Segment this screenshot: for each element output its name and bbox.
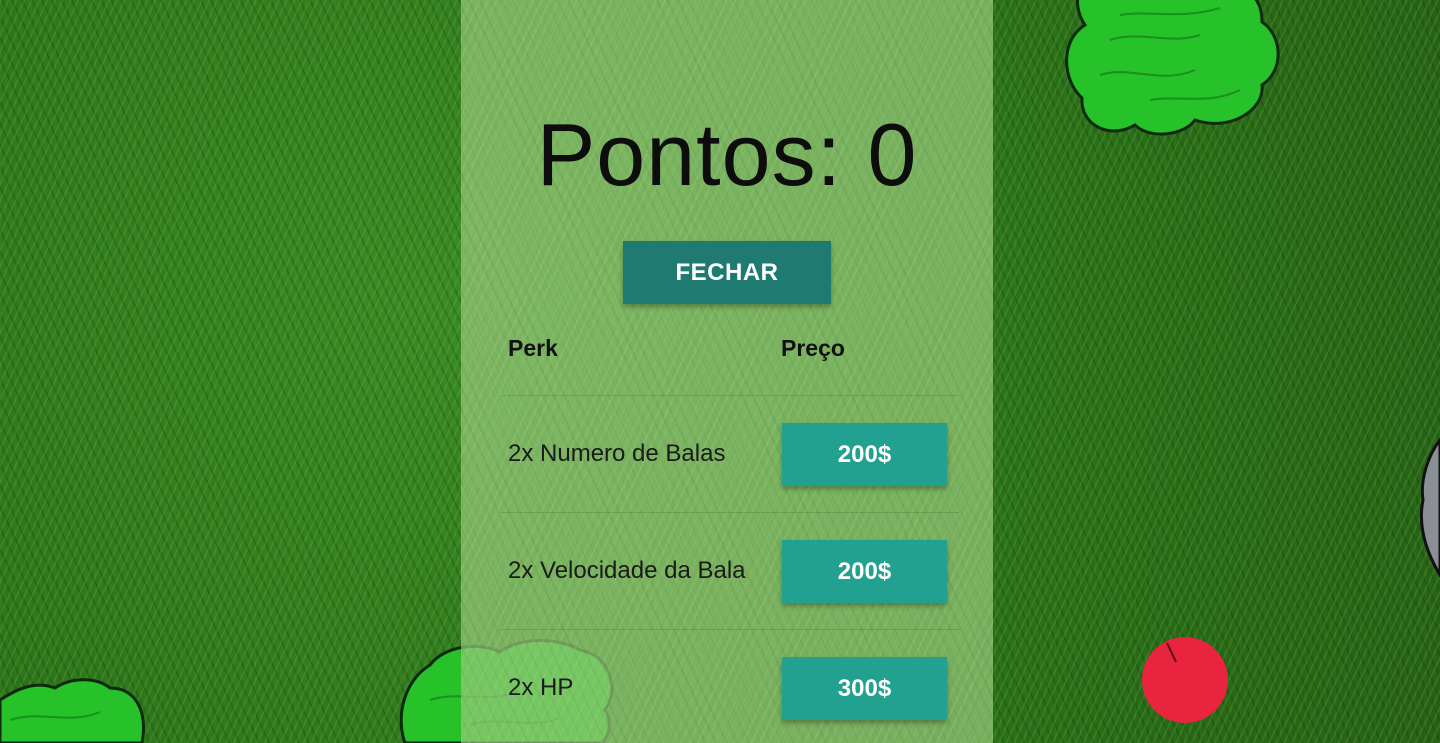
player-character: [1142, 637, 1228, 723]
shop-panel: Pontos: 0 FECHAR Perk Preço 2x Numero de…: [461, 0, 993, 743]
score-title: Pontos: 0: [536, 105, 918, 204]
bush-bottom-left: [0, 678, 145, 743]
perk-table: Perk Preço 2x Numero de Balas 200$ 2x Ve…: [501, 313, 959, 743]
table-header: Perk Preço: [501, 313, 959, 396]
perk-name: 2x Numero de Balas: [508, 440, 726, 467]
bush-top-right: [1065, 0, 1280, 136]
close-button[interactable]: FECHAR: [623, 241, 831, 304]
column-header-price: Preço: [781, 335, 845, 361]
table-row: 2x Velocidade da Bala 200$: [501, 513, 959, 630]
table-row: 2x HP 300$: [501, 630, 959, 743]
rock-right-edge: [1419, 437, 1440, 578]
column-header-perk: Perk: [508, 335, 558, 361]
buy-button[interactable]: 200$: [782, 423, 947, 486]
perk-name: 2x HP: [508, 674, 574, 701]
table-row: 2x Numero de Balas 200$: [501, 396, 959, 513]
buy-button[interactable]: 300$: [782, 657, 947, 720]
buy-button[interactable]: 200$: [782, 540, 947, 603]
perk-name: 2x Velocidade da Bala: [508, 557, 746, 584]
